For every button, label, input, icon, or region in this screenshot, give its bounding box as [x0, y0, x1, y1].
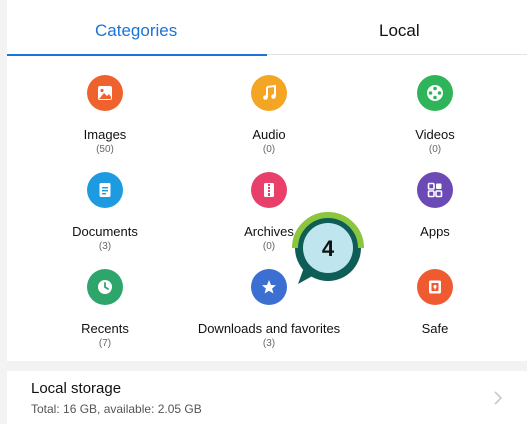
film-reel-icon	[417, 75, 453, 111]
step-number: 4	[322, 236, 335, 261]
music-note-icon	[251, 75, 287, 111]
category-count: (0)	[428, 144, 442, 155]
tab-local[interactable]: Local	[379, 21, 420, 41]
category-count: (7)	[98, 338, 112, 349]
tab-bar: Categories Local	[7, 0, 527, 62]
category-recents[interactable]: Recents (7)	[25, 269, 185, 350]
local-storage-usage: Total: 16 GB, available: 2.05 GB	[31, 402, 202, 416]
local-storage-title: Local storage	[31, 380, 122, 397]
category-label: Recents	[81, 321, 129, 336]
category-videos[interactable]: Videos (0)	[355, 75, 515, 156]
safe-icon	[417, 269, 453, 305]
category-images[interactable]: Images (50)	[25, 75, 185, 156]
local-storage-row[interactable]: Local storage Total: 16 GB, available: 2…	[7, 371, 527, 424]
star-icon	[251, 269, 287, 305]
chevron-right-icon	[493, 390, 503, 411]
category-count: (50)	[96, 144, 114, 155]
category-count: (3)	[98, 241, 112, 252]
category-documents[interactable]: Documents (3)	[25, 172, 185, 253]
clock-icon	[87, 269, 123, 305]
category-label: Documents	[72, 224, 138, 239]
category-audio[interactable]: Audio (0)	[189, 75, 349, 156]
category-label: Videos	[415, 127, 455, 142]
apps-grid-icon	[417, 172, 453, 208]
category-label: Safe	[421, 321, 449, 336]
category-apps[interactable]: Apps	[355, 172, 515, 241]
category-count: (0)	[262, 144, 276, 155]
category-safe[interactable]: Safe	[355, 269, 515, 338]
archive-icon	[251, 172, 287, 208]
category-label: Images	[83, 127, 127, 142]
document-icon	[87, 172, 123, 208]
section-divider	[7, 361, 527, 371]
tab-divider	[267, 54, 527, 55]
tab-categories[interactable]: Categories	[95, 21, 177, 41]
category-label: Downloads and favorites	[197, 321, 341, 336]
category-label: Audio	[252, 127, 286, 142]
active-tab-indicator	[7, 54, 267, 56]
category-label: Apps	[420, 224, 450, 239]
category-count: (3)	[262, 338, 276, 349]
step-number-badge: 4	[290, 212, 366, 288]
image-icon	[87, 75, 123, 111]
